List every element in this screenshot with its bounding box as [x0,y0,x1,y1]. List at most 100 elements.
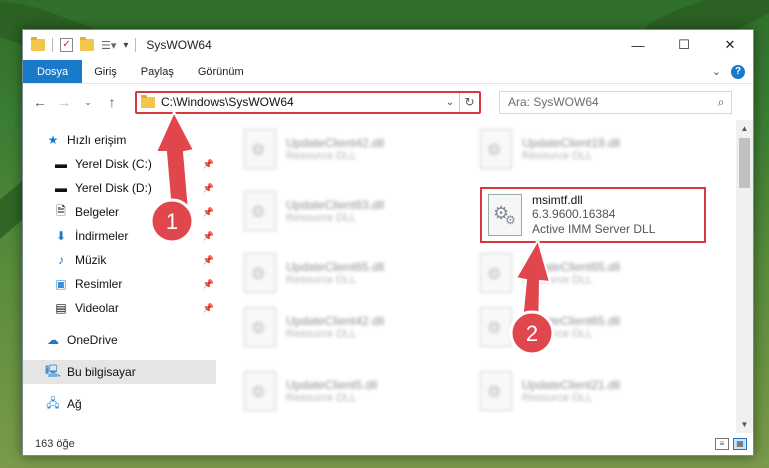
sidebar-item-music[interactable]: ♪ Müzik 📌 [23,248,216,272]
list-item[interactable]: UpdateClient42.dllResource DLL [244,302,444,352]
drive-icon: ▬ [55,157,67,171]
ribbon-tabs: Dosya Giriş Paylaş Görünüm ⌄ ? [23,60,753,84]
sidebar-item-label: Hızlı erişim [67,133,127,147]
title-bar: ✓ ☰▾ ▾ SysWOW64 — ☐ ✕ [23,30,753,60]
gear-icon: ⚙ [505,213,516,227]
help-icon[interactable]: ? [731,64,745,79]
drive-icon: ▬ [55,181,67,195]
list-item[interactable]: UpdateClient19.dllResource DLL [480,124,680,174]
sidebar-item-downloads[interactable]: ⬇ İndirmeler 📌 [23,224,216,248]
folder-icon[interactable] [31,37,45,51]
maximize-button[interactable]: ☐ [661,30,707,60]
list-item[interactable]: UpdateClient21.dllResource DLL [480,366,680,416]
dll-file-icon: ⚙ ⚙ [488,194,522,236]
up-arrow-icon[interactable]: ↑ [103,94,121,110]
file-list: UpdateClient42.dllResource DLL UpdateCli… [216,120,753,433]
sidebar-item-documents[interactable]: 🗎 Belgeler 📌 [23,200,216,224]
main-area: ★ Hızlı erişim ▬ Yerel Disk (C:) 📌 ▬ Yer… [23,120,753,433]
sidebar-item-local-disk-c[interactable]: ▬ Yerel Disk (C:) 📌 [23,152,216,176]
view-switcher: ≡ ▦ [715,438,753,450]
close-button[interactable]: ✕ [707,30,753,60]
file-name: msimtf.dll [532,193,583,207]
list-item[interactable]: UpdateClient42.dllResource DLL [244,124,444,174]
search-placeholder[interactable]: Ara: SysWOW64 [508,95,711,109]
list-item[interactable]: UpdateClient65.dllResource DLL [480,248,680,298]
new-folder-icon[interactable] [80,37,94,51]
search-icon[interactable]: ⌕ [711,95,731,110]
dll-file-icon [480,253,512,293]
sidebar-item-onedrive[interactable]: ☁ OneDrive [23,328,216,352]
item-count: 163 öğe [35,438,75,450]
minimize-button[interactable]: — [615,30,661,60]
dll-file-icon [244,371,276,411]
properties-icon[interactable]: ✓ [60,38,73,52]
dll-file-icon [244,307,276,347]
scrollbar-thumb[interactable] [739,138,750,188]
pin-icon[interactable]: 📌 [203,279,214,290]
highlighted-file-item[interactable]: ⚙ ⚙ msimtf.dll 6.3.9600.16384 Active IMM… [480,187,706,243]
sidebar-item-label: OneDrive [67,333,118,347]
navigation-row: ← → ⌄ ↑ C:\Windows\SysWOW64 ⌄ ↻ Ara: Sys… [23,84,753,120]
download-icon: ⬇ [55,229,67,243]
dll-file-icon [244,191,276,231]
tab-view[interactable]: Görünüm [186,60,256,83]
sidebar-item-videos[interactable]: ▤ Videolar 📌 [23,296,216,320]
tab-home[interactable]: Giriş [82,60,129,83]
pin-icon[interactable]: 📌 [203,183,214,194]
pin-icon[interactable]: 📌 [203,159,214,170]
sidebar-item-local-disk-d[interactable]: ▬ Yerel Disk (D:) 📌 [23,176,216,200]
expand-ribbon-icon[interactable]: ⌄ [712,65,721,78]
star-icon: ★ [47,133,59,147]
chevron-down-icon[interactable]: ▾ [123,40,128,51]
sidebar-item-label: Ağ [67,397,82,411]
address-path[interactable]: C:\Windows\SysWOW64 [161,95,441,109]
explorer-window: ✓ ☰▾ ▾ SysWOW64 — ☐ ✕ Dosya Giriş Paylaş… [22,29,754,456]
document-icon: 🗎 [56,203,66,218]
sidebar-item-label: İndirmeler [75,229,129,243]
navigation-pane: ★ Hızlı erişim ▬ Yerel Disk (C:) 📌 ▬ Yer… [23,120,216,433]
customize-toolbar-icon[interactable]: ☰▾ [101,39,116,52]
dll-file-icon [244,129,276,169]
refresh-icon[interactable]: ↻ [459,92,479,112]
sidebar-item-this-pc[interactable]: 🖳 Bu bilgisayar [23,360,216,384]
pin-icon[interactable]: 📌 [203,303,214,314]
chevron-down-icon[interactable]: ⌄ [441,97,459,108]
tiles-view-icon[interactable]: ▦ [733,438,747,450]
pin-icon[interactable]: 📌 [203,231,214,242]
status-bar: 163 öğe ≡ ▦ [23,433,753,455]
pin-icon[interactable]: 📌 [203,255,214,266]
recent-locations-icon[interactable]: ⌄ [79,97,97,108]
folder-icon [141,94,155,108]
dll-file-icon [244,253,276,293]
list-item[interactable]: UpdateClient5.dllResource DLL [244,366,444,416]
video-icon: ▤ [55,301,67,315]
sidebar-item-label: Yerel Disk (D:) [75,181,152,195]
scroll-down-icon[interactable]: ▼ [736,416,753,433]
scroll-up-icon[interactable]: ▲ [736,120,753,137]
search-input[interactable]: Ara: SysWOW64 ⌕ [499,90,732,114]
sidebar-item-pictures[interactable]: ▣ Resimler 📌 [23,272,216,296]
address-bar[interactable]: C:\Windows\SysWOW64 ⌄ ↻ [135,90,481,114]
window-controls: — ☐ ✕ [615,30,753,60]
cloud-icon: ☁ [47,333,59,347]
window-title: SysWOW64 [146,38,212,52]
vertical-scrollbar[interactable]: ▲ ▼ [736,120,753,433]
sidebar-item-quick-access[interactable]: ★ Hızlı erişim [23,128,216,152]
sidebar-item-network[interactable]: 🖧 Ağ [23,392,216,416]
sidebar-item-label: Yerel Disk (C:) [75,157,152,171]
list-item[interactable]: UpdateClient65.dllResource DLL [244,248,444,298]
tab-share[interactable]: Paylaş [129,60,186,83]
music-icon: ♪ [58,253,64,267]
dll-file-icon [480,371,512,411]
pin-icon[interactable]: 📌 [203,207,214,218]
tab-file[interactable]: Dosya [23,60,83,83]
pictures-icon: ▣ [55,277,67,291]
forward-arrow-icon[interactable]: → [55,94,73,110]
details-view-icon[interactable]: ≡ [715,438,729,450]
back-arrow-icon[interactable]: ← [31,94,49,110]
dll-file-icon [480,307,512,347]
list-item[interactable]: UpdateClient65.dllResource DLL [480,302,680,352]
sidebar-item-label: Videolar [75,301,119,315]
computer-icon: 🖳 [45,363,62,378]
list-item[interactable]: UpdateClient63.dllResource DLL [244,186,444,236]
